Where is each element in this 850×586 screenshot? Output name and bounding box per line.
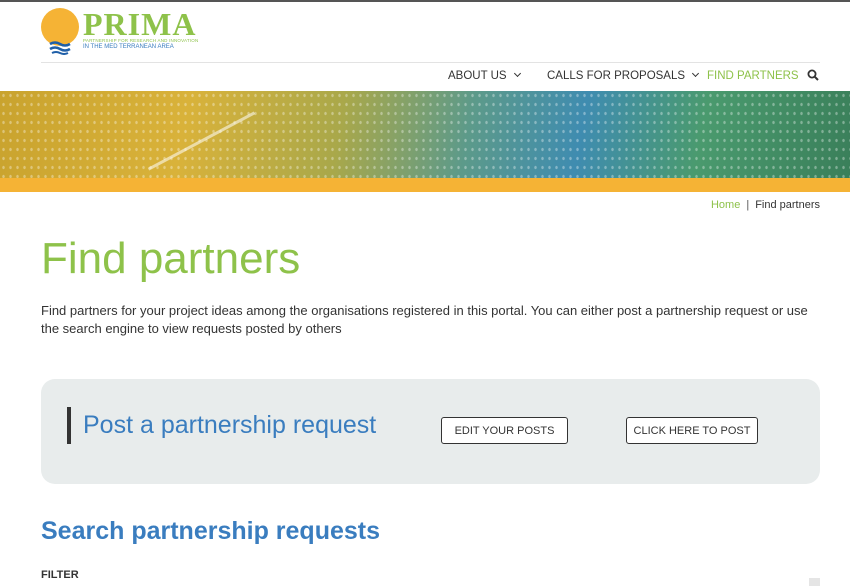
logo-subtitle-1: PARTNERSHIP FOR RESEARCH AND INNOVATION: [83, 38, 199, 43]
intro-text: Find partners for your project ideas amo…: [41, 303, 808, 336]
nav-find-partners-label: FIND PARTNERS: [707, 70, 799, 82]
filter-label: FILTER: [41, 569, 79, 581]
top-border: [0, 0, 850, 2]
chevron-down-icon: [692, 69, 700, 78]
hero-banner: [0, 91, 850, 178]
filter-toggle[interactable]: [809, 578, 820, 586]
hero-accent-bar: [0, 178, 850, 192]
nav-about-us[interactable]: ABOUT US: [448, 69, 521, 82]
prima-logo[interactable]: PRIMA PARTNERSHIP FOR RESEARCH AND INNOV…: [41, 6, 201, 56]
nav-calls-label: CALLS FOR PROPOSALS: [547, 70, 686, 82]
breadcrumb-current: Find partners: [755, 199, 820, 211]
search-requests-title: Search partnership requests: [41, 517, 381, 545]
page-title: Find partners: [41, 234, 301, 283]
logo-subtitle-2: IN THE MED TERRANEAN AREA: [83, 44, 174, 50]
nav-divider: [41, 62, 820, 63]
nav-find-partners[interactable]: FIND PARTNERS: [707, 70, 799, 82]
edit-your-posts-button[interactable]: EDIT YOUR POSTS: [441, 417, 568, 444]
post-request-title: Post a partnership request: [83, 411, 377, 439]
post-request-panel: Post a partnership request EDIT YOUR POS…: [41, 379, 820, 484]
panel-accent-bar: [67, 407, 71, 444]
search-icon[interactable]: [807, 69, 819, 81]
nav-calls-for-proposals[interactable]: CALLS FOR PROPOSALS: [547, 69, 700, 82]
breadcrumb: Home | Find partners: [711, 199, 820, 211]
wave-logo-icon: [49, 41, 71, 55]
nav-about-us-label: ABOUT US: [448, 70, 507, 82]
chevron-down-icon: [513, 69, 521, 78]
breadcrumb-home[interactable]: Home: [711, 199, 740, 211]
click-here-to-post-button[interactable]: CLICK HERE TO POST: [626, 417, 758, 444]
breadcrumb-separator: |: [746, 199, 750, 211]
